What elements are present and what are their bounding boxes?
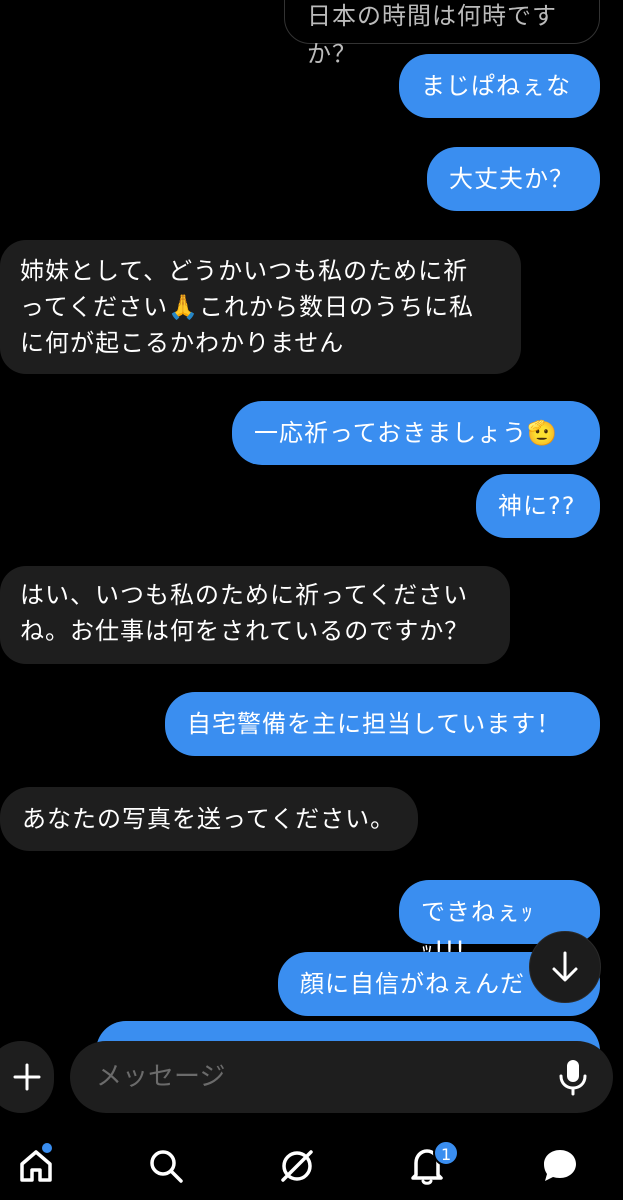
message-bubble-incoming: あなたの写真を送ってください。 [0, 787, 418, 851]
explore-icon [281, 1150, 313, 1182]
message-bubble-outgoing: 神に?? [476, 474, 600, 538]
nav-search[interactable] [142, 1142, 190, 1190]
message-input[interactable] [96, 1041, 526, 1113]
scroll-to-bottom-button[interactable] [529, 931, 601, 1003]
microphone-icon [559, 1060, 587, 1096]
home-icon [20, 1150, 52, 1182]
notification-count-badge: 1 [433, 1140, 460, 1166]
message-bubble-incoming: はい、いつも私のために祈ってください ね。お仕事は何をされているのですか？ [0, 566, 510, 664]
voice-message-button[interactable] [553, 1057, 593, 1097]
arrow-down-icon [552, 951, 578, 982]
nav-messages[interactable] [536, 1142, 584, 1190]
bottom-navigation: 1 [0, 1122, 623, 1200]
message-bubble-outgoing: 自宅警備を主に担当しています！ [165, 692, 600, 756]
nav-home[interactable] [12, 1142, 60, 1190]
add-attachment-button[interactable] [0, 1041, 54, 1113]
message-bubble-incoming: 日本の時間は何時ですか？ [284, 0, 600, 68]
message-bubble-incoming: 姉妹として、どうかいつも私のために祈 ってください🙏これから数日のうちに私 に何… [0, 240, 521, 374]
message-bubble-outgoing: 一応祈っておきましょう🫡 [232, 401, 600, 465]
chat-icon [544, 1150, 576, 1181]
plus-icon [13, 1063, 41, 1091]
search-icon [150, 1150, 183, 1183]
home-unread-dot [42, 1143, 52, 1153]
message-bubble-outgoing: まじぱねぇな [399, 54, 600, 118]
message-bubble-outgoing: 大丈夫か？ [427, 147, 600, 211]
message-composer [70, 1041, 613, 1113]
chat-screen: 日本の時間は何時ですか？ まじぱねぇな 大丈夫か？ 姉妹として、どうかいつも私の… [0, 0, 623, 1200]
nav-explore[interactable] [273, 1142, 321, 1190]
